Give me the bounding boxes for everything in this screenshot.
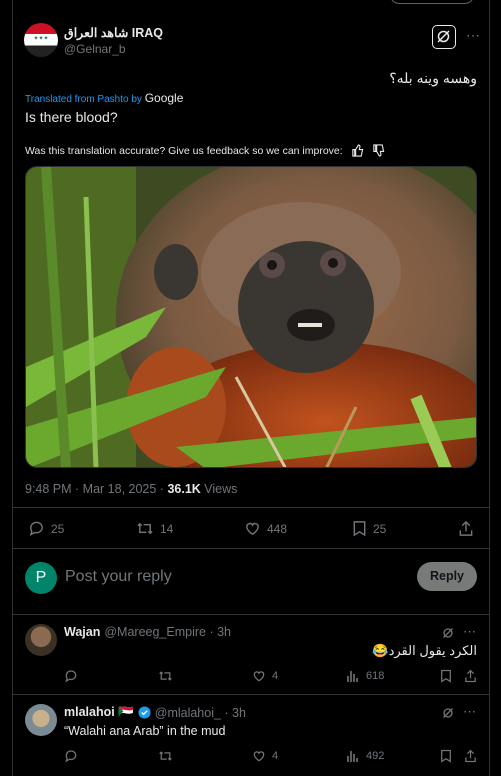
- reply-text: الكرد يقول القرد😂: [372, 643, 477, 658]
- retweet-count: 14: [160, 521, 174, 536]
- google-logo: Google: [144, 91, 184, 105]
- reply-button[interactable]: Reply: [417, 562, 477, 591]
- tweet-image[interactable]: [25, 166, 477, 468]
- author-avatar[interactable]: ✦✦✦: [24, 23, 58, 57]
- translation-attribution: Translated from Pashto by Google: [25, 91, 183, 105]
- top-partial-button[interactable]: [390, 0, 474, 4]
- heart-icon: [244, 520, 261, 537]
- like-action[interactable]: 4: [252, 669, 278, 683]
- retweet-icon[interactable]: [158, 749, 173, 763]
- more-options-icon[interactable]: ⋯: [463, 704, 476, 720]
- share-icon[interactable]: [464, 669, 477, 683]
- grok-icon[interactable]: [441, 706, 455, 720]
- reply-text: “Walahi ana Arab” in the mud: [64, 724, 226, 738]
- author-handle[interactable]: @Gelnar_b: [64, 42, 126, 56]
- reply-author-handle[interactable]: @Mareeg_Empire · 3h: [104, 625, 231, 639]
- reply-avatar[interactable]: [25, 624, 57, 656]
- like-action[interactable]: 4: [252, 749, 278, 763]
- divider: [12, 614, 490, 615]
- bar-chart-icon: [346, 749, 360, 763]
- tweet-text: وهسه وينه بله؟: [389, 70, 477, 86]
- like-count: 448: [267, 521, 288, 536]
- author-display-name[interactable]: شاهد العراق IRAQ: [64, 25, 163, 40]
- share-icon[interactable]: [458, 520, 474, 537]
- bookmark-action[interactable]: 25: [352, 520, 386, 537]
- translation-feedback: Was this translation accurate? Give us f…: [25, 144, 385, 157]
- translated-text: Is there blood?: [25, 109, 118, 125]
- translated-from-label: Translated from Pashto by: [25, 94, 142, 105]
- reply-input[interactable]: Post your reply: [65, 568, 172, 586]
- composer-avatar[interactable]: P: [25, 562, 57, 594]
- feedback-question: Was this translation accurate? Give us f…: [25, 144, 343, 157]
- verified-badge-icon: [138, 706, 151, 719]
- reply-header: mlalahoi 🇸🇩 @mlalahoi_ · 3h: [64, 705, 246, 720]
- views-count: 618: [366, 670, 385, 682]
- retweet-icon[interactable]: [158, 669, 173, 683]
- divider: [12, 694, 490, 695]
- divider: [12, 507, 490, 508]
- retweet-action[interactable]: 14: [136, 520, 173, 537]
- bookmark-icon[interactable]: [440, 669, 452, 683]
- views-count: 492: [366, 750, 385, 762]
- reply-icon[interactable]: [64, 669, 78, 683]
- reply-icon[interactable]: [64, 749, 78, 763]
- tweet-timestamp[interactable]: 9:48 PM · Mar 18, 2025 · 36.1K Views: [25, 482, 237, 496]
- bookmark-icon: [352, 520, 367, 537]
- bookmark-icon[interactable]: [440, 749, 452, 763]
- reply-author-handle[interactable]: @mlalahoi_ · 3h: [155, 706, 246, 720]
- like-count: 4: [272, 750, 279, 762]
- retweet-icon: [136, 520, 154, 537]
- thumbs-up-icon[interactable]: [351, 144, 364, 157]
- reply-header: Wajan @Mareeg_Empire · 3h: [64, 625, 231, 639]
- reply-author-name[interactable]: mlalahoi 🇸🇩: [64, 705, 134, 720]
- like-action[interactable]: 448: [244, 520, 287, 537]
- bar-chart-icon: [346, 669, 360, 683]
- like-count: 4: [272, 670, 279, 682]
- composer-avatar-letter: P: [35, 569, 47, 586]
- thumbs-down-icon[interactable]: [372, 144, 385, 157]
- more-options-icon[interactable]: ⋯: [463, 624, 476, 640]
- grok-icon[interactable]: [432, 25, 456, 49]
- reply-avatar[interactable]: [25, 704, 57, 736]
- grok-icon[interactable]: [441, 626, 455, 640]
- reply-icon: [28, 520, 45, 537]
- views-count: 36.1K: [167, 482, 201, 496]
- views-action[interactable]: 492: [346, 749, 384, 763]
- tweet-time[interactable]: 9:48 PM · Mar 18, 2025 ·: [25, 482, 167, 496]
- divider: [12, 548, 490, 549]
- views-label: Views: [200, 482, 238, 496]
- heart-icon: [252, 749, 266, 763]
- more-options-icon[interactable]: ⋯: [462, 28, 484, 46]
- reply-action[interactable]: 25: [28, 520, 64, 537]
- views-action[interactable]: 618: [346, 669, 384, 683]
- share-icon[interactable]: [464, 749, 477, 763]
- heart-icon: [252, 669, 266, 683]
- bookmark-count: 25: [373, 521, 387, 536]
- reply-author-name[interactable]: Wajan: [64, 625, 100, 639]
- reply-count: 25: [51, 521, 65, 536]
